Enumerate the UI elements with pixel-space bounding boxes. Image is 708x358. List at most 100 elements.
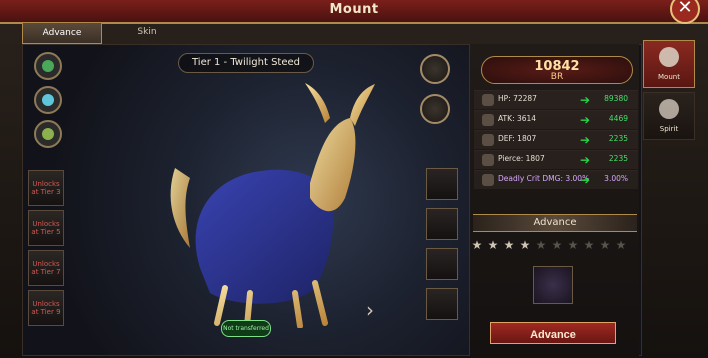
stat-next-value: 4469 xyxy=(608,114,628,123)
mount-tier-title: Tier 1 - Twilight Steed xyxy=(178,53,314,73)
def-icon xyxy=(482,134,494,146)
upgrade-arrow-icon: ➔ xyxy=(580,173,591,187)
tier-title-text: Tier 1 - Twilight Steed xyxy=(191,57,301,68)
transfer-status-badge: Not transferred xyxy=(221,320,271,337)
stat-current-value: 1807 xyxy=(525,154,545,163)
tab-skin[interactable]: Skin xyxy=(108,22,186,42)
battle-rating-badge: 10842 BR xyxy=(481,56,633,84)
skill-slot-1[interactable] xyxy=(34,52,62,80)
locked-slot-3[interactable]: Unlocks at Tier 7 xyxy=(28,250,64,286)
skill-slot-2[interactable] xyxy=(34,86,62,114)
wave-skill-icon xyxy=(42,94,54,106)
locked-slot-2-label: Unlocks at Tier 5 xyxy=(31,220,61,236)
advance-star: ★ xyxy=(503,238,515,252)
stat-current: ATK: 3614 xyxy=(498,114,537,123)
locked-slot-1-label: Unlocks at Tier 3 xyxy=(31,180,61,196)
skill-slot-3[interactable] xyxy=(34,120,62,148)
stat-next-value: 89380 xyxy=(604,94,628,103)
stat-next-value: 2235 xyxy=(608,154,628,163)
advance-section-title: Advance xyxy=(473,214,637,232)
side-tab-mount-label: Mount xyxy=(658,73,680,81)
mount-horn-right xyxy=(350,84,375,126)
advance-star: ★ xyxy=(583,238,595,252)
stat-name: ATK xyxy=(498,114,513,123)
advance-star: ★ xyxy=(487,238,499,252)
mount-tail xyxy=(170,168,190,248)
atk-icon xyxy=(482,114,494,126)
stat-current-value: 72287 xyxy=(513,94,537,103)
equip-slot-hoof[interactable] xyxy=(426,288,458,320)
next-mount-arrow[interactable]: › xyxy=(366,300,376,320)
stat-row-def: DEF: 1807 ➔ 2235 xyxy=(474,130,638,149)
locked-slot-2[interactable]: Unlocks at Tier 5 xyxy=(28,210,64,246)
equip-slot-rein[interactable] xyxy=(426,248,458,280)
stat-name: Deadly Crit DMG xyxy=(498,174,561,183)
advance-star-track: ★ ★ ★ ★ ★ ★ ★ ★ ★ ★ xyxy=(470,238,634,256)
wardrobe-button[interactable] xyxy=(420,54,450,84)
stat-name: HP xyxy=(498,94,509,103)
stat-current: Deadly Crit DMG: 3.00% xyxy=(498,174,590,183)
locked-slot-4[interactable]: Unlocks at Tier 9 xyxy=(28,290,64,326)
advance-star: ★ xyxy=(519,238,531,252)
equip-slot-armor[interactable] xyxy=(426,208,458,240)
stat-name: DEF xyxy=(498,134,513,143)
hp-icon xyxy=(482,94,494,106)
advance-star: ★ xyxy=(551,238,563,252)
side-tab-spirit[interactable]: Spirit xyxy=(643,92,695,140)
pierce-icon xyxy=(482,154,494,166)
crit-icon xyxy=(482,174,494,186)
stat-row-pierce: Pierce: 1807 ➔ 2235 xyxy=(474,150,638,169)
stat-current: HP: 72287 xyxy=(498,94,537,103)
advance-star: ★ xyxy=(535,238,547,252)
advance-star: ★ xyxy=(599,238,611,252)
advance-star: ★ xyxy=(615,238,627,252)
advance-star: ★ xyxy=(567,238,579,252)
advance-star: ★ xyxy=(471,238,483,252)
top-tool-buttons xyxy=(420,54,450,124)
stat-current-value: 1807 xyxy=(517,134,537,143)
stat-name: Pierce xyxy=(498,154,521,163)
locked-slot-3-label: Unlocks at Tier 7 xyxy=(31,260,61,276)
horse-icon xyxy=(659,47,679,67)
advance-button[interactable]: Advance xyxy=(490,322,616,344)
advance-section-title-text: Advance xyxy=(533,217,577,228)
stat-row-atk: ATK: 3614 ➔ 4469 xyxy=(474,110,638,129)
stat-row-deadly-crit-dmg: Deadly Crit DMG: 3.00% ➔ 3.00% xyxy=(474,170,638,189)
upgrade-arrow-icon: ➔ xyxy=(580,113,591,127)
compass-button[interactable] xyxy=(420,94,450,124)
stat-next-value: 2235 xyxy=(608,134,628,143)
title-bar: Mount ✕ xyxy=(0,0,708,24)
mount-head xyxy=(310,118,356,212)
locked-slot-1[interactable]: Unlocks at Tier 3 xyxy=(28,170,64,206)
tab-skin-label: Skin xyxy=(137,27,157,37)
gear-skill-icon xyxy=(42,128,54,140)
tab-bar: Advance Skin xyxy=(22,22,642,44)
advance-material-slot[interactable] xyxy=(533,266,573,304)
upgrade-arrow-icon: ➔ xyxy=(580,93,591,107)
advance-button-label: Advance xyxy=(530,329,576,341)
battle-rating-label: BR xyxy=(550,72,564,82)
stat-next-value: 3.00% xyxy=(604,174,628,183)
tab-advance-label: Advance xyxy=(42,28,82,38)
mount-horn-left xyxy=(305,83,330,123)
side-tab-mount[interactable]: Mount xyxy=(643,40,695,88)
chevron-right-icon: › xyxy=(366,298,374,322)
tab-advance[interactable]: Advance xyxy=(22,22,102,44)
stat-current: Pierce: 1807 xyxy=(498,154,545,163)
window-title: Mount xyxy=(329,2,379,17)
locked-slot-4-label: Unlocks at Tier 9 xyxy=(31,300,61,316)
equip-slot-saddle[interactable] xyxy=(426,168,458,200)
close-icon: ✕ xyxy=(677,0,693,18)
upgrade-arrow-icon: ➔ xyxy=(580,153,591,167)
close-button[interactable]: ✕ xyxy=(670,0,700,24)
left-skill-column: Unlocks at Tier 3 Unlocks at Tier 5 Unlo… xyxy=(24,52,68,342)
side-tab-spirit-label: Spirit xyxy=(659,125,679,133)
transfer-status-text: Not transferred xyxy=(223,325,269,332)
stat-row-hp: HP: 72287 ➔ 89380 xyxy=(474,90,638,109)
wind-skill-icon xyxy=(42,60,54,72)
stat-current: DEF: 1807 xyxy=(498,134,537,143)
stat-current-value: 3614 xyxy=(516,114,537,123)
mount-illustration xyxy=(170,83,375,328)
upgrade-arrow-icon: ➔ xyxy=(580,133,591,147)
paw-icon xyxy=(659,99,679,119)
